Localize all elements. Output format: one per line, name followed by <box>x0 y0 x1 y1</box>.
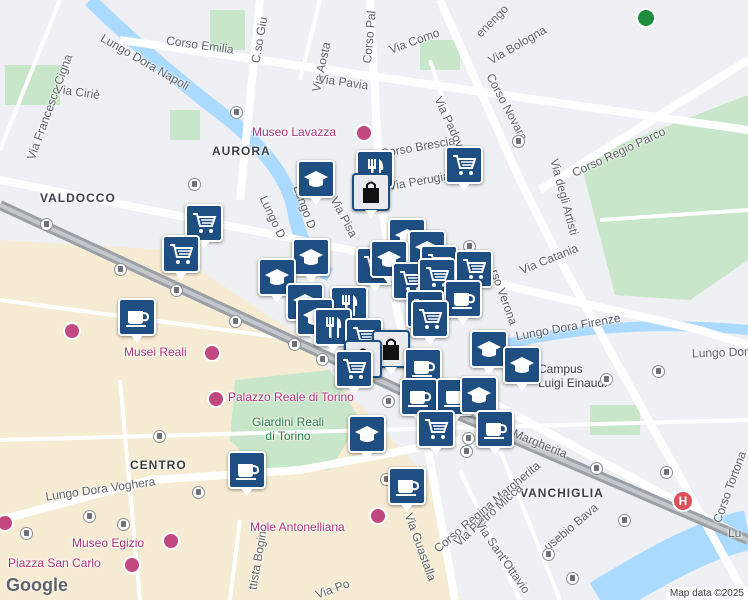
shopping-cart-marker[interactable] <box>162 235 200 280</box>
poi-mole-antonelliana[interactable]: Mole Antonelliana <box>250 520 345 534</box>
poi-palazzo-reale[interactable]: Palazzo Reale di Torino <box>228 390 354 404</box>
shopping-cart-marker[interactable] <box>417 410 455 455</box>
museum-pin-icon[interactable] <box>63 322 81 340</box>
graduation-cap-marker[interactable] <box>292 238 330 283</box>
graduation-cap-icon <box>477 341 501 357</box>
coffee-cup-marker[interactable] <box>228 451 266 496</box>
bus-stop-icon[interactable] <box>652 365 665 378</box>
poi-museo-egizio[interactable]: Museo Egizio <box>72 536 144 550</box>
coffee-cup-icon <box>412 361 436 377</box>
museum-pin-icon[interactable] <box>207 390 225 408</box>
shopping-cart-icon <box>453 155 477 175</box>
coffee-cup-icon <box>396 480 420 496</box>
shopping-cart-icon <box>419 309 443 329</box>
graduation-cap-marker[interactable] <box>460 376 498 421</box>
shopping-cart-icon <box>343 359 367 379</box>
district-valdocco: VALDOCCO <box>40 191 116 205</box>
graduation-cap-marker[interactable] <box>297 160 335 205</box>
district-aurora: AURORA <box>212 144 271 158</box>
bus-stop-icon[interactable] <box>600 373 613 386</box>
coffee-cup-icon <box>126 311 150 327</box>
poi-piazza-san-carlo[interactable]: Piazza San Carlo <box>8 556 101 570</box>
graduation-cap-icon <box>355 426 379 442</box>
museum-pin-icon[interactable] <box>162 532 180 550</box>
bus-stop-icon[interactable] <box>566 572 579 585</box>
coffee-cup-marker[interactable] <box>118 298 156 343</box>
graduation-cap-icon <box>304 171 328 187</box>
coffee-cup-icon <box>408 391 432 407</box>
map-canvas[interactable]: AURORA VALDOCCO CENTRO VANCHIGLIA Corso … <box>0 0 748 600</box>
bus-stop-icon[interactable] <box>618 514 631 527</box>
coffee-cup-icon <box>484 423 508 439</box>
graduation-cap-marker[interactable] <box>503 346 541 391</box>
graduation-cap-icon <box>510 357 534 373</box>
bus-stop-icon[interactable] <box>83 510 96 523</box>
shopping-cart-marker[interactable] <box>445 146 483 191</box>
district-vanchiglia: VANCHIGLIA <box>520 486 604 500</box>
poi-museo-lavazza[interactable]: Museo Lavazza <box>252 125 336 139</box>
graduation-cap-marker[interactable] <box>348 415 386 460</box>
coffee-cup-icon <box>452 293 476 309</box>
bus-stop-icon[interactable] <box>192 486 205 499</box>
bus-stop-icon[interactable] <box>153 430 166 443</box>
poi-giardini-reali[interactable]: Giardini Reali di Torino <box>248 415 328 443</box>
bus-stop-icon[interactable] <box>660 466 673 479</box>
bus-stop-icon[interactable] <box>288 338 301 351</box>
street-label: Lu <box>728 526 742 540</box>
bus-stop-icon[interactable] <box>316 353 329 366</box>
coffee-cup-marker[interactable] <box>476 410 514 455</box>
coffee-cup-icon <box>236 464 260 480</box>
shopping-cart-icon <box>170 244 194 264</box>
coffee-cup-marker[interactable] <box>388 467 426 512</box>
bus-stop-icon[interactable] <box>542 548 555 561</box>
museum-pin-icon[interactable] <box>123 556 141 574</box>
shopping-cart-icon <box>463 259 487 279</box>
bus-stop-icon[interactable] <box>188 178 201 191</box>
cutlery-icon <box>326 317 342 338</box>
bus-stop-icon[interactable] <box>117 518 130 531</box>
map-attribution[interactable]: Map data ©2025 <box>665 587 748 600</box>
shopping-cart-icon <box>193 213 217 233</box>
shopping-cart-icon <box>425 419 449 439</box>
shopping-cart-marker[interactable] <box>411 300 449 345</box>
bus-stop-icon[interactable] <box>170 284 183 297</box>
bus-stop-icon[interactable] <box>382 395 395 408</box>
poi-campus-einaudi[interactable]: Campus Luigi Einaudi <box>538 362 608 390</box>
shopping-bag-marker[interactable] <box>352 173 390 218</box>
bus-stop-icon[interactable] <box>462 432 475 445</box>
district-centro: CENTRO <box>130 458 187 472</box>
bus-stop-icon[interactable] <box>40 218 53 231</box>
bus-stop-icon[interactable] <box>20 527 33 540</box>
shopping-bag-icon <box>363 181 379 203</box>
bus-stop-icon[interactable] <box>114 263 127 276</box>
bus-stop-icon[interactable] <box>512 135 525 148</box>
street-label: Lungo Dora Vog <box>691 343 748 361</box>
museum-pin-icon[interactable] <box>203 344 221 362</box>
bus-stop-icon[interactable] <box>230 106 243 119</box>
graduation-cap-icon <box>299 249 323 265</box>
shopping-cart-marker[interactable] <box>335 350 373 395</box>
hospital-icon[interactable]: H <box>672 490 694 512</box>
bus-stop-icon[interactable] <box>460 445 473 458</box>
bus-stop-icon[interactable] <box>229 315 242 328</box>
coffee-cup-marker[interactable] <box>444 280 482 325</box>
metro-station-icon[interactable] <box>636 8 656 28</box>
bus-stop-icon[interactable] <box>590 462 603 475</box>
graduation-cap-icon <box>467 387 491 403</box>
museum-pin-icon[interactable] <box>369 507 387 525</box>
google-logo: Google <box>6 575 68 595</box>
poi-musei-reali[interactable]: Musei Reali <box>124 345 187 359</box>
museum-pin-icon[interactable] <box>355 124 373 142</box>
